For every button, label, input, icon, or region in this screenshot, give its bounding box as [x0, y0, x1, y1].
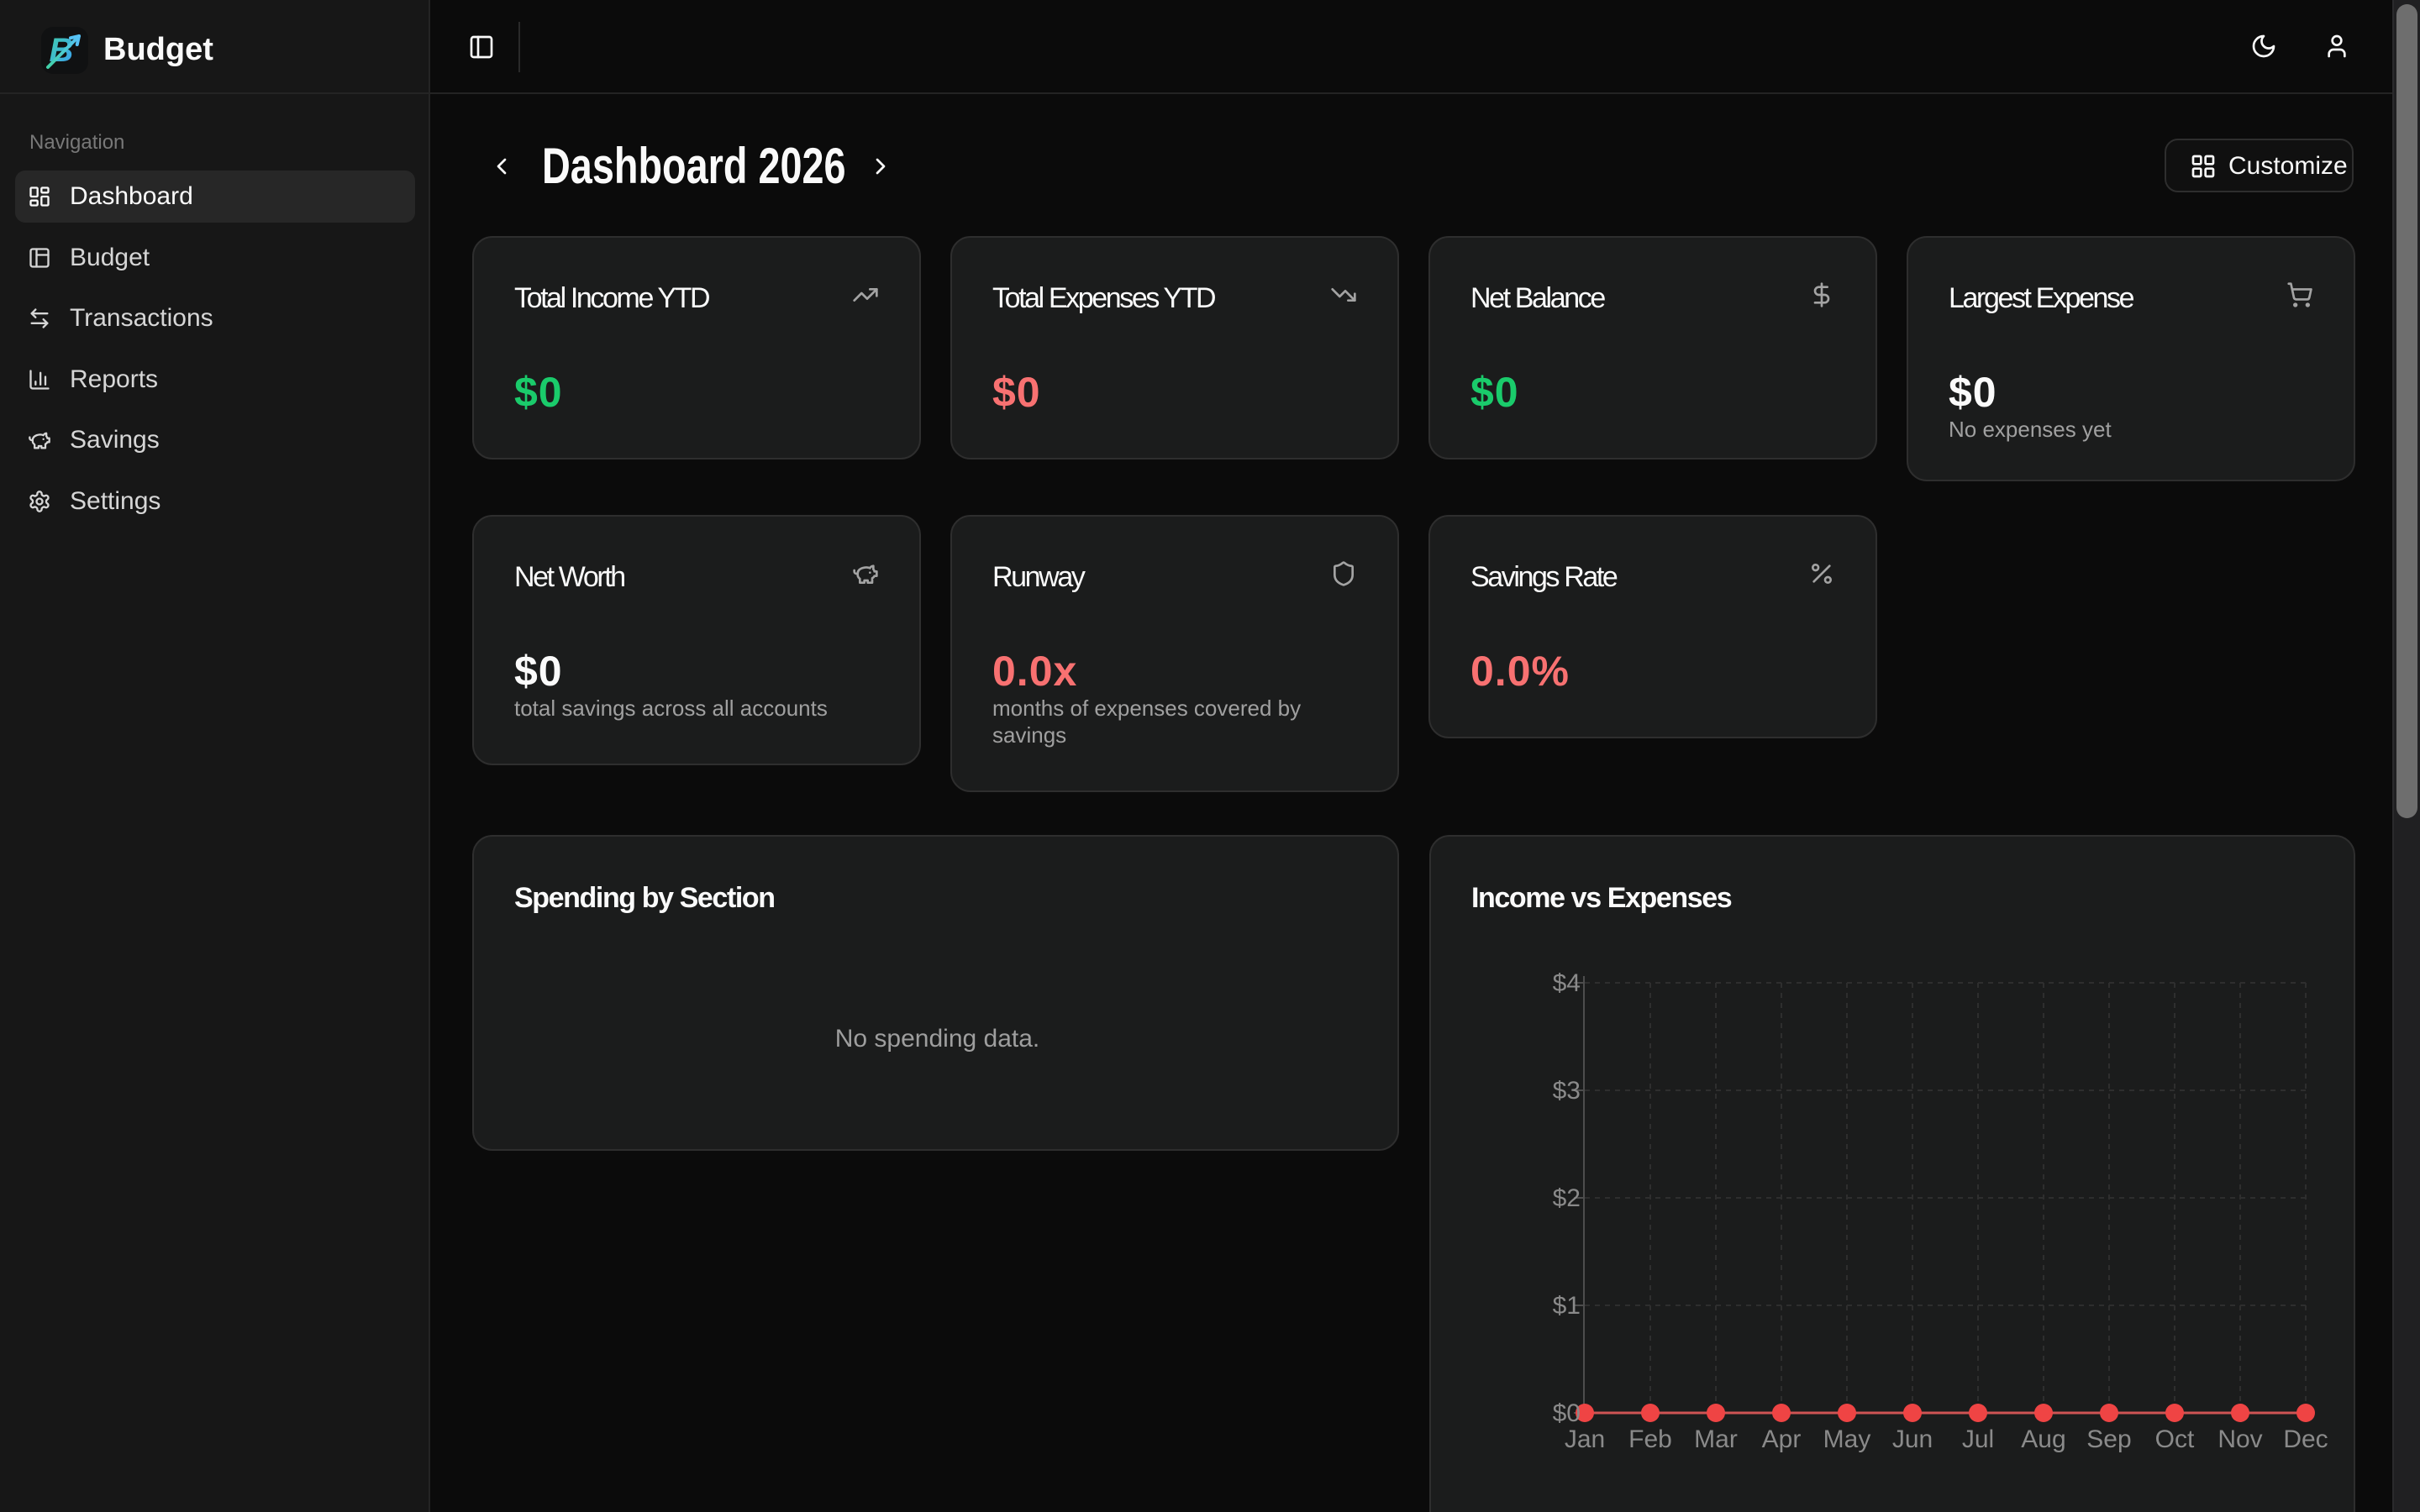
svg-text:Aug: Aug [2021, 1425, 2065, 1453]
svg-text:Jul: Jul [1962, 1425, 1994, 1453]
svg-text:Apr: Apr [1762, 1425, 1802, 1453]
svg-text:$2: $2 [1553, 1184, 1581, 1212]
svg-text:Jun: Jun [1892, 1425, 1933, 1453]
svg-text:$4: $4 [1553, 969, 1581, 997]
svg-text:Mar: Mar [1694, 1425, 1738, 1453]
svg-text:$1: $1 [1553, 1292, 1581, 1320]
svg-text:Jan: Jan [1565, 1425, 1605, 1453]
svg-text:Dec: Dec [2283, 1425, 2328, 1453]
svg-text:May: May [1823, 1425, 1871, 1453]
svg-text:Nov: Nov [2217, 1425, 2262, 1453]
svg-text:Sep: Sep [2086, 1425, 2131, 1453]
svg-text:Feb: Feb [1628, 1425, 1672, 1453]
svg-text:$0: $0 [1553, 1399, 1581, 1427]
svg-text:Oct: Oct [2155, 1425, 2195, 1453]
svg-text:$3: $3 [1553, 1077, 1581, 1105]
